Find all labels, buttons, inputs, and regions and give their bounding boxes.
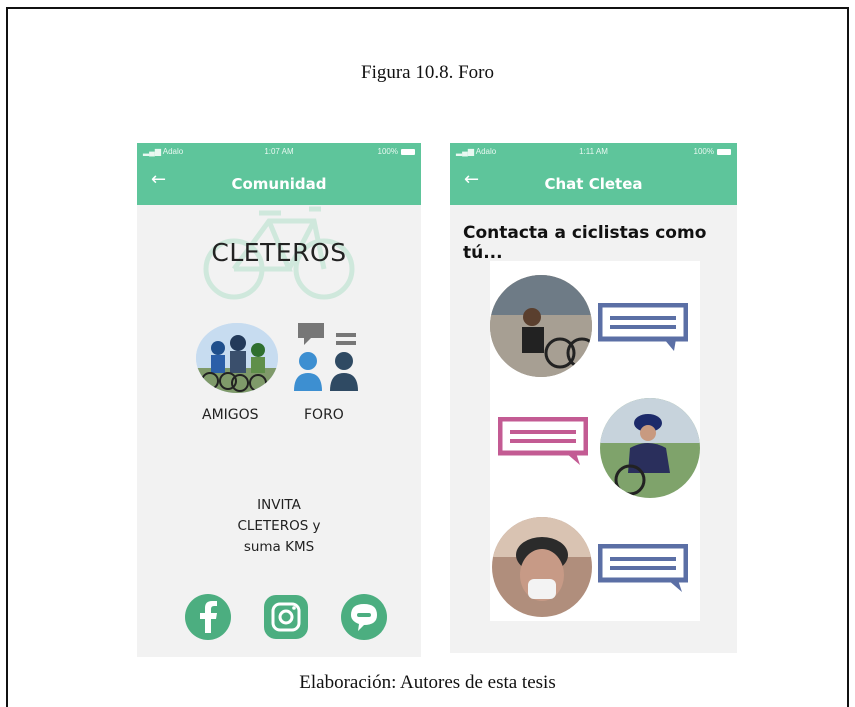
- status-bar: ▂▄▆ Adalo 1:07 AM 100%: [137, 147, 421, 159]
- amigos-image[interactable]: [196, 323, 278, 393]
- phone-comunidad-screen: ▂▄▆ Adalo 1:07 AM 100% ← Comunidad CLETE…: [137, 143, 421, 657]
- cyclist-avatar-icon: [490, 275, 592, 377]
- app-header: ▂▄▆ Adalo 1:11 AM 100% ← Chat Cletea: [450, 143, 737, 205]
- figure-caption: Elaboración: Autores de esta tesis: [299, 672, 556, 693]
- invite-line: CLETEROS y: [237, 518, 321, 534]
- foro-label[interactable]: FORO: [304, 407, 344, 423]
- cyclist-photo[interactable]: [492, 517, 592, 617]
- invite-line: suma KMS: [243, 539, 315, 555]
- header-title: Chat Cletea: [544, 175, 643, 193]
- cyclist-avatar-icon: [492, 517, 592, 617]
- chat-message-bubble-icon: [498, 417, 588, 465]
- brand-title: CLETEROS: [211, 238, 347, 267]
- battery-icon: [401, 148, 415, 155]
- app-header: ▂▄▆ Adalo 1:07 AM 100% ← Comunidad: [137, 143, 421, 205]
- invite-text: INVITA CLETEROS y suma KMS: [137, 495, 421, 558]
- chat-message-bubble-icon: [598, 303, 688, 351]
- header-title: Comunidad: [231, 175, 327, 193]
- invite-line: INVITA: [257, 497, 301, 513]
- cyclists-group-icon: [196, 323, 278, 393]
- facebook-icon[interactable]: [183, 593, 233, 641]
- battery-status: 100%: [378, 147, 415, 156]
- amigos-label[interactable]: AMIGOS: [202, 407, 259, 423]
- forum-people-icon[interactable]: [292, 321, 372, 393]
- instagram-icon[interactable]: [261, 593, 311, 641]
- chat-panel: [490, 261, 700, 621]
- figure-title: Figura 10.8. Foro: [361, 62, 494, 83]
- battery-icon: [717, 148, 731, 155]
- cyclist-photo[interactable]: [600, 398, 700, 498]
- chat-message-bubble-icon: [598, 544, 688, 592]
- phone-chat-screen: ▂▄▆ Adalo 1:11 AM 100% ← Chat Cletea Con…: [450, 143, 737, 653]
- status-bar: ▂▄▆ Adalo 1:11 AM 100%: [450, 147, 737, 159]
- chat-bubble-icon[interactable]: [339, 593, 389, 641]
- cyclist-photo[interactable]: [490, 275, 592, 377]
- chat-heading: Contacta a ciclistas como tú...: [463, 223, 707, 263]
- cyclist-avatar-icon: [600, 398, 700, 498]
- battery-status: 100%: [694, 147, 731, 156]
